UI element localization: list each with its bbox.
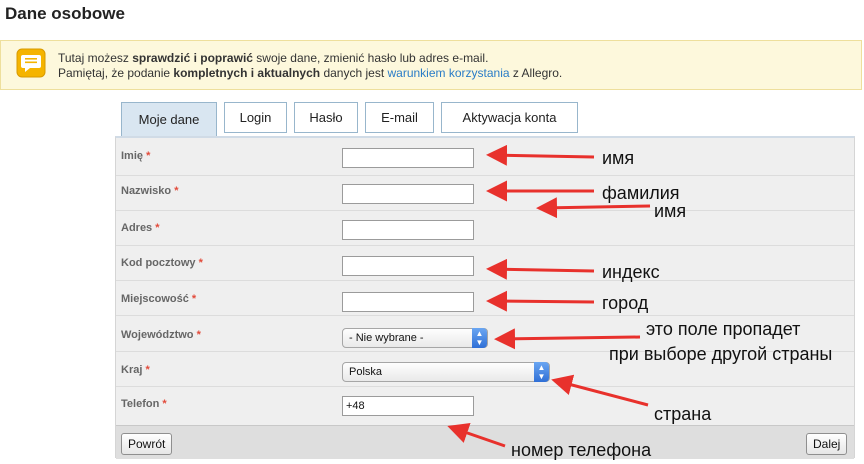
annotation-city: город xyxy=(602,293,649,313)
phone-input[interactable] xyxy=(342,396,474,416)
row-divider xyxy=(116,245,854,246)
row-divider xyxy=(116,280,854,281)
row-divider xyxy=(116,386,854,387)
page-title: Dane osobowe xyxy=(5,4,125,23)
tab-email[interactable]: E-mail xyxy=(365,102,434,133)
first-name-input[interactable] xyxy=(342,148,474,168)
last-name-input[interactable] xyxy=(342,184,474,204)
annotation-first-name: имя xyxy=(602,148,635,168)
postal-code-label: Kod pocztowy * xyxy=(121,257,203,269)
form-footer: Powrót Dalej xyxy=(116,425,854,459)
tab-moje-dane[interactable]: Moje dane xyxy=(121,102,217,136)
row-divider xyxy=(116,315,854,316)
postal-code-input[interactable] xyxy=(342,256,474,276)
info-line-2: Pamiętaj, że podanie kompletnych i aktua… xyxy=(58,66,563,80)
annotation-postal-code: индекс xyxy=(602,262,660,282)
annotation-phone: номер телефона xyxy=(511,440,652,460)
tab-login[interactable]: Login xyxy=(224,102,287,133)
country-label: Kraj * xyxy=(121,364,150,376)
select-arrows-icon: ▲ ▼ xyxy=(472,328,487,348)
next-button[interactable]: Dalej xyxy=(806,433,848,455)
terms-link[interactable]: warunkiem korzystania xyxy=(388,66,510,80)
info-line-1: Tutaj możesz sprawdzić i poprawić swoje … xyxy=(58,51,489,65)
tab-haslo[interactable]: Hasło xyxy=(294,102,358,133)
annotation-region-line2: при выборе другой страны xyxy=(609,344,833,364)
personal-data-form: Imię * Nazwisko * Adres * Kod pocztowy *… xyxy=(115,136,855,459)
row-divider xyxy=(116,210,854,211)
info-banner: Tutaj możesz sprawdzić i poprawić swoje … xyxy=(0,40,862,90)
last-name-label: Nazwisko * xyxy=(121,185,179,197)
annotation-region-line1: это поле пропадет xyxy=(646,319,801,339)
address-label: Adres * xyxy=(121,222,160,234)
city-label: Miejscowość * xyxy=(121,293,197,305)
tab-aktywacja-konta[interactable]: Aktywacja konta xyxy=(441,102,578,133)
select-arrows-icon: ▲ ▼ xyxy=(534,362,549,382)
first-name-label: Imię * xyxy=(121,150,151,162)
speech-bubble-icon xyxy=(16,48,46,78)
region-label: Województwo * xyxy=(121,329,201,341)
row-divider xyxy=(116,175,854,176)
annotation-address: имя xyxy=(654,201,687,221)
back-button[interactable]: Powrót xyxy=(121,433,173,455)
country-select[interactable]: Polska ▲ ▼ xyxy=(342,362,550,382)
phone-label: Telefon * xyxy=(121,398,167,410)
region-select[interactable]: - Nie wybrane - ▲ ▼ xyxy=(342,328,488,348)
city-input[interactable] xyxy=(342,292,474,312)
address-input[interactable] xyxy=(342,220,474,240)
annotation-country: страна xyxy=(654,404,712,424)
